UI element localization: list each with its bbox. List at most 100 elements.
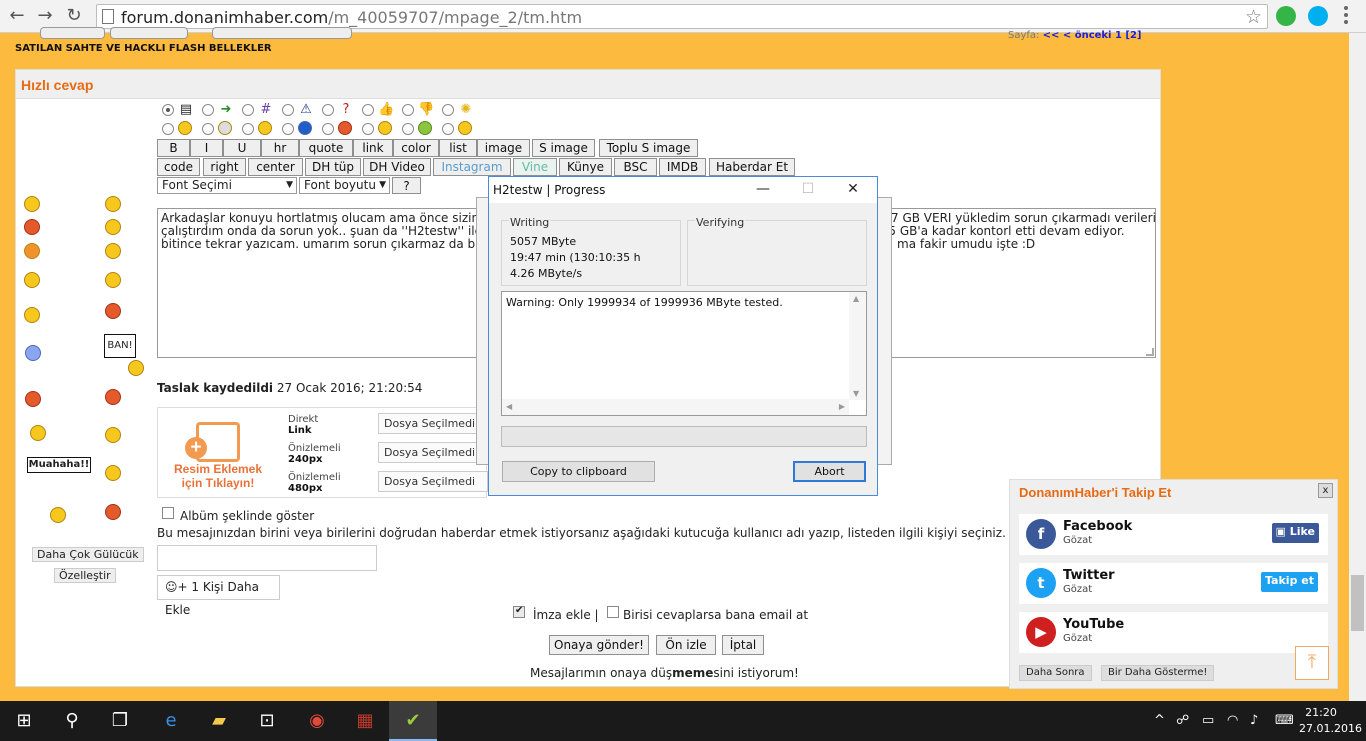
- post-icon-radio[interactable]: [242, 123, 254, 135]
- file-picker-direct[interactable]: Dosya Seçilmedi: [378, 413, 488, 434]
- youtube-row[interactable]: ▶ YouTube Gözat: [1019, 612, 1328, 653]
- smiley-icon[interactable]: [24, 243, 40, 259]
- underline-button[interactable]: U: [223, 139, 261, 157]
- log-output[interactable]: Warning: Only 1999934 of 1999936 MByte t…: [501, 291, 867, 416]
- post-icon-radio[interactable]: [322, 104, 334, 116]
- forward-icon[interactable]: →: [34, 5, 56, 27]
- post-icon-radio[interactable]: [402, 104, 414, 116]
- link-button[interactable]: link: [353, 139, 393, 157]
- bsc-button[interactable]: BSC: [614, 158, 657, 176]
- dialog-titlebar[interactable]: H2testw | Progress — ☐ ✕: [489, 177, 877, 203]
- close-icon[interactable]: ✕: [838, 179, 868, 201]
- image-upload-box[interactable]: Resim Eklemek için Tıklayın! DirektLink …: [157, 407, 488, 498]
- bulk-s-image-button[interactable]: Toplu S image: [599, 139, 698, 157]
- address-bar[interactable]: forum.donanimhaber.com/m_40059707/mpage_…: [96, 4, 1268, 29]
- facebook-like-button[interactable]: ▣ Like: [1271, 523, 1319, 543]
- smiley-icon[interactable]: [24, 272, 40, 288]
- customize-button[interactable]: Özelleştir: [54, 568, 116, 583]
- news-link[interactable]: SATILAN SAHTE VE HACKLI FLASH BELLEKLER: [15, 43, 272, 54]
- post-icon-radio[interactable]: [282, 104, 294, 116]
- abort-button[interactable]: Abort: [793, 461, 866, 482]
- star-icon[interactable]: ☆: [1245, 6, 1262, 28]
- pager-links[interactable]: << < önceki 1 [2]: [1043, 30, 1142, 41]
- file-explorer-icon[interactable]: ▰: [195, 701, 243, 741]
- battery-icon[interactable]: ▭: [1202, 713, 1214, 728]
- chevron-left-icon[interactable]: ◀: [506, 402, 512, 411]
- chevron-right-icon[interactable]: ▶: [839, 402, 845, 411]
- vine-button[interactable]: Vine: [513, 158, 557, 176]
- post-icon-radio[interactable]: [322, 123, 334, 135]
- bold-button[interactable]: B: [157, 139, 190, 157]
- clock[interactable]: 21:20 27.01.2016: [1299, 705, 1362, 737]
- dh-video-button[interactable]: DH Video: [363, 158, 431, 176]
- post-icon-radio[interactable]: [362, 123, 374, 135]
- post-icon-radio[interactable]: [162, 123, 174, 135]
- resize-handle[interactable]: [1146, 348, 1154, 356]
- twitter-follow-button[interactable]: Takip et: [1260, 572, 1318, 592]
- ban-sign-icon[interactable]: BAN!: [104, 334, 136, 358]
- image-button[interactable]: image: [477, 139, 530, 157]
- chevron-up-icon[interactable]: ▲: [853, 294, 859, 303]
- copy-clipboard-button[interactable]: Copy to clipboard: [502, 461, 655, 482]
- volume-icon[interactable]: ♪: [1250, 713, 1258, 728]
- chevron-up-icon[interactable]: ^: [1154, 713, 1165, 728]
- twitter-row[interactable]: t Twitter Gözat Takip et: [1019, 563, 1328, 604]
- post-icon-radio[interactable]: [202, 123, 214, 135]
- mention-input[interactable]: [157, 545, 377, 571]
- smiley-icon[interactable]: [105, 219, 121, 235]
- signature-checkbox[interactable]: [513, 605, 525, 618]
- later-button[interactable]: Daha Sonra: [1019, 665, 1092, 681]
- language-icon[interactable]: ⌨: [1275, 713, 1294, 728]
- police-smiley-icon[interactable]: [105, 427, 121, 443]
- list-button[interactable]: list: [439, 139, 477, 157]
- never-show-button[interactable]: Bir Daha Gösterme!: [1101, 665, 1215, 681]
- minimize-icon[interactable]: —: [748, 179, 778, 201]
- post-icon-radio[interactable]: [242, 104, 254, 116]
- color-button[interactable]: color: [393, 139, 439, 157]
- smiley-icon[interactable]: [128, 360, 144, 376]
- smiley-icon[interactable]: [105, 389, 121, 405]
- smiley-icon[interactable]: [105, 272, 121, 288]
- post-icon-radio[interactable]: [362, 104, 374, 116]
- task-view-icon[interactable]: ❐: [96, 701, 144, 741]
- chevron-down-icon[interactable]: ▼: [853, 389, 859, 398]
- dh-tube-button[interactable]: DH tüp: [305, 158, 361, 176]
- right-button[interactable]: right: [203, 158, 246, 176]
- imdb-button[interactable]: IMDB: [659, 158, 706, 176]
- post-icon-radio[interactable]: [442, 104, 454, 116]
- help-button[interactable]: ?: [392, 177, 421, 194]
- file-picker-480[interactable]: Dosya Seçilmedi: [378, 471, 488, 492]
- extension-green-icon[interactable]: [1276, 6, 1296, 26]
- kunye-button[interactable]: Künye: [559, 158, 612, 176]
- search-icon[interactable]: ⚲: [48, 701, 96, 741]
- s-image-button[interactable]: S image: [532, 139, 595, 157]
- scrollbar-thumb[interactable]: [1351, 575, 1364, 631]
- sombrero-smiley-icon[interactable]: [30, 425, 46, 441]
- megaphone-smiley-icon[interactable]: [105, 303, 121, 319]
- devil-smiley-icon[interactable]: [24, 219, 40, 235]
- muahaha-sign-icon[interactable]: Muahaha!!: [27, 457, 91, 473]
- h2testw-taskbar-icon[interactable]: ✔: [389, 701, 437, 741]
- edge-icon[interactable]: e: [147, 701, 195, 741]
- post-icon-radio[interactable]: [282, 123, 294, 135]
- more-smileys-button[interactable]: Daha Çok Gülücük: [32, 547, 144, 562]
- post-icon-radio[interactable]: [162, 104, 174, 116]
- page-scrollbar[interactable]: [1349, 33, 1366, 701]
- reload-icon[interactable]: ↻: [63, 5, 85, 27]
- hr-button[interactable]: hr: [261, 139, 299, 157]
- quote-button[interactable]: quote: [299, 139, 353, 157]
- post-icon-radio[interactable]: [442, 123, 454, 135]
- close-icon[interactable]: x: [1318, 483, 1333, 498]
- smiley-icon[interactable]: [24, 196, 40, 212]
- network-icon[interactable]: ☍: [1176, 713, 1189, 728]
- cancel-button[interactable]: İptal: [722, 635, 764, 655]
- add-person-button[interactable]: ☺+ 1 Kişi Daha Ekle: [157, 575, 280, 617]
- smiley-icon[interactable]: [105, 196, 121, 212]
- winrar-icon[interactable]: ▦: [341, 701, 389, 741]
- italic-button[interactable]: I: [190, 139, 223, 157]
- scroll-to-top-icon[interactable]: ⤒: [1295, 646, 1329, 680]
- notify-checkbox[interactable]: [607, 606, 619, 618]
- submit-button[interactable]: Onaya gönder!: [549, 635, 649, 655]
- instagram-button[interactable]: Instagram: [433, 158, 511, 176]
- store-icon[interactable]: ⊡: [243, 701, 291, 741]
